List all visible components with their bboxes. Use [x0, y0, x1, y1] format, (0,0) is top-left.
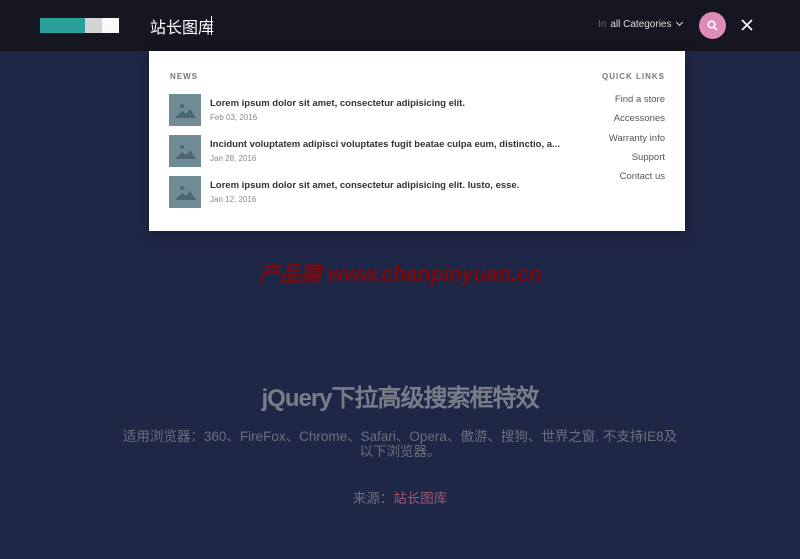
search-input[interactable]: [150, 15, 570, 37]
search-dropdown: NEWS QUICK LINKS Lorem ipsum dolor sit a…: [149, 51, 685, 231]
close-icon[interactable]: [740, 18, 754, 32]
source-label: 来源：: [352, 491, 394, 506]
header: Inall Categories: [0, 0, 800, 51]
text-cursor: [211, 16, 212, 35]
news-date: Jan 12, 2016: [210, 195, 257, 204]
news-item[interactable]: Lorem ipsum dolor sit amet, consectetur …: [169, 176, 569, 210]
news-date: Jan 28, 2016: [210, 154, 257, 163]
quick-link[interactable]: Warranty info: [609, 133, 665, 144]
quick-link[interactable]: Accessories: [614, 113, 665, 124]
category-value: all Categories: [610, 19, 672, 30]
news-title: Lorem ipsum dolor sit amet, consectetur …: [210, 180, 520, 191]
source-link[interactable]: 站长图库: [393, 491, 447, 506]
source: 来源：站长图库: [0, 487, 800, 507]
news-item[interactable]: Incidunt voluptatem adipisci voluptates …: [169, 135, 569, 169]
news-item[interactable]: Lorem ipsum dolor sit amet, consectetur …: [169, 94, 569, 128]
news-title: Incidunt voluptatem adipisci voluptates …: [210, 139, 560, 150]
search-button[interactable]: [699, 12, 726, 39]
watermark: 产品猿 www.chanpinyuan.cn: [258, 263, 542, 286]
image-placeholder-icon: [169, 94, 201, 126]
quick-link[interactable]: Support: [632, 152, 665, 163]
news-title: Lorem ipsum dolor sit amet, consectetur …: [210, 98, 465, 109]
category-select[interactable]: In all Categories: [598, 18, 683, 30]
news-date: Feb 03, 2016: [210, 113, 258, 122]
description: 适用浏览器：360、FireFox、Chrome、Safari、Opera、傲游…: [122, 429, 678, 459]
search-icon: [707, 20, 718, 31]
category-prefix: In: [598, 19, 607, 30]
image-placeholder-icon: [169, 135, 201, 167]
image-placeholder-icon: [169, 176, 201, 208]
quick-link[interactable]: Find a store: [615, 94, 665, 105]
page-title: jQuery下拉高级搜索框特效: [261, 385, 539, 412]
logo[interactable]: [40, 18, 119, 33]
quick-link[interactable]: Contact us: [620, 171, 665, 182]
news-heading: NEWS: [170, 72, 198, 81]
chevron-down-icon: [675, 18, 683, 27]
quick-links-heading: QUICK LINKS: [602, 72, 665, 81]
